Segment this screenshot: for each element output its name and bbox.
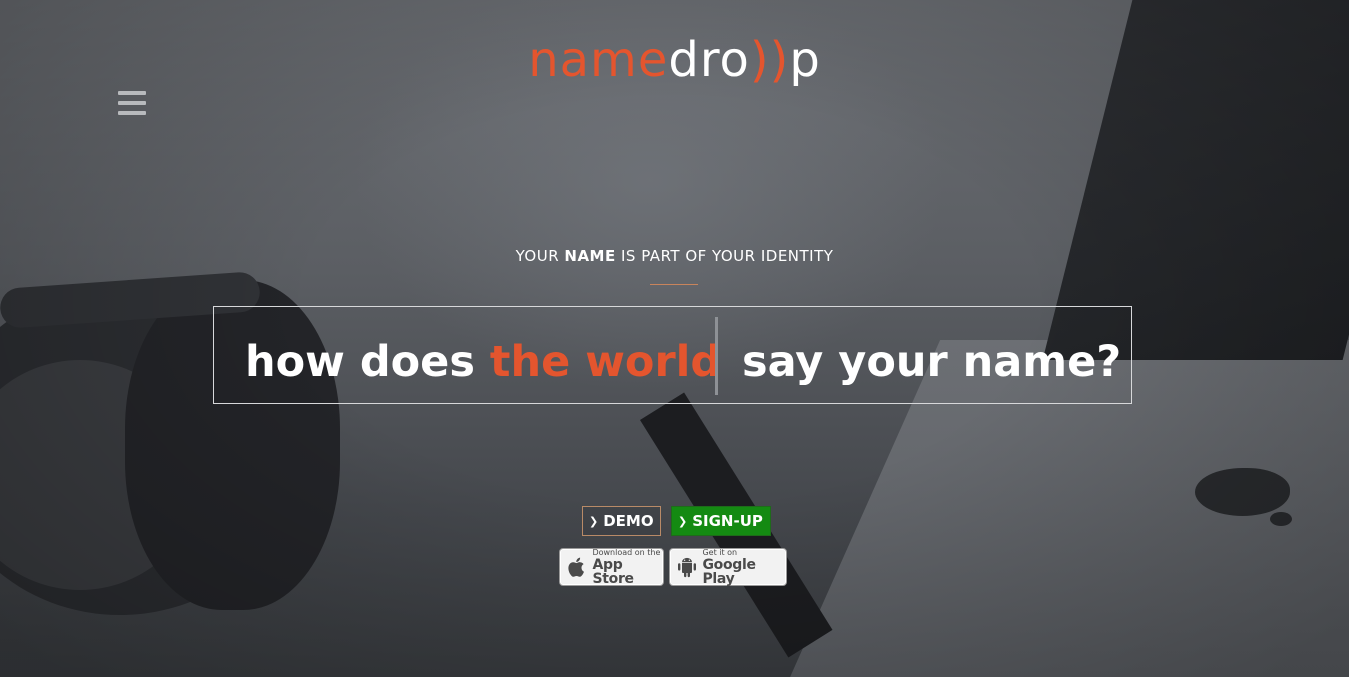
signup-label: SIGN-UP bbox=[692, 512, 763, 530]
logo-name: name bbox=[528, 32, 669, 88]
headline-left: how does the world bbox=[245, 332, 721, 392]
chevron-down-icon: ❯ bbox=[678, 515, 688, 528]
hamburger-menu-icon[interactable] bbox=[118, 91, 146, 115]
menu-bar bbox=[118, 91, 146, 95]
headline-divider bbox=[715, 317, 718, 395]
google-play-big-text: Google Play bbox=[702, 556, 756, 587]
google-play-badge[interactable]: Get it on Google Play bbox=[669, 548, 787, 586]
headline-left-text: how does bbox=[245, 337, 490, 387]
logo-soundwave: )) bbox=[749, 32, 790, 88]
logo-dro: dro bbox=[668, 32, 750, 88]
android-icon bbox=[677, 554, 697, 580]
namedrop-logo[interactable]: namedro))p bbox=[0, 30, 1349, 90]
logo-p: p bbox=[789, 32, 821, 88]
tagline-pre: YOUR bbox=[515, 247, 565, 265]
tagline-post: IS PART OF YOUR IDENTITY bbox=[615, 247, 834, 265]
chevron-down-icon: ❯ bbox=[589, 515, 599, 528]
app-store-badge[interactable]: Download on the App Store bbox=[559, 548, 664, 586]
menu-bar bbox=[118, 101, 146, 105]
headline-right: say your name? bbox=[742, 337, 1122, 387]
demo-button[interactable]: ❯ DEMO bbox=[582, 506, 661, 536]
google-play-small-text: Get it on bbox=[702, 547, 738, 557]
app-store-big-text: App Store bbox=[592, 556, 634, 587]
tagline-divider bbox=[650, 284, 698, 285]
headline-accent: the world bbox=[489, 337, 722, 387]
app-store-small-text: Download on the bbox=[592, 547, 661, 557]
tagline: YOUR NAME IS PART OF YOUR IDENTITY bbox=[0, 247, 1349, 265]
signup-button[interactable]: ❯ SIGN-UP bbox=[671, 506, 771, 536]
demo-label: DEMO bbox=[603, 512, 654, 530]
apple-icon bbox=[567, 554, 587, 580]
tagline-bold: NAME bbox=[564, 247, 616, 265]
menu-bar bbox=[118, 111, 146, 115]
